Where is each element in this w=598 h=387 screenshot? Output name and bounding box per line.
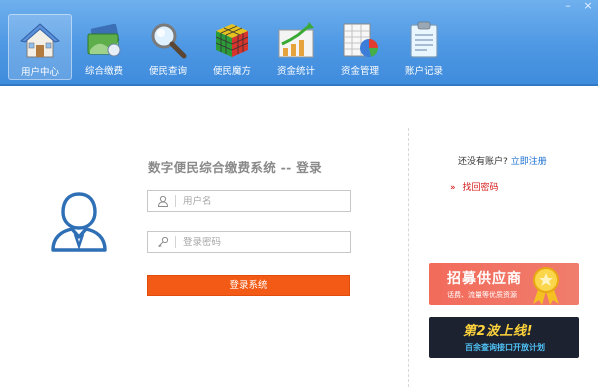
tab-query[interactable]: 便民查询 [136, 14, 200, 80]
tab-user-center[interactable]: 用户中心 [8, 14, 72, 80]
tab-account-records[interactable]: 账户记录 [392, 14, 456, 80]
tab-label: 资金统计 [276, 66, 315, 77]
medal-icon [533, 267, 559, 305]
forgot-password-row: » 找回密码 [450, 180, 499, 193]
banner-title: 第2波上线! [463, 324, 533, 339]
login-title: 数字便民综合缴费系统 -- 登录 [148, 160, 322, 175]
growth-chart-icon [278, 22, 314, 58]
no-account-text: 还没有账户? [458, 157, 508, 167]
user-icon [155, 193, 171, 209]
banner-title: 招募供应商 [447, 271, 522, 287]
banner-subtitle: 话费、流量等优质资源 [447, 291, 517, 299]
key-icon [155, 234, 171, 250]
password-input[interactable] [183, 236, 343, 248]
register-prompt: 还没有账户? 立即注册 [458, 154, 547, 167]
top-toolbar: 用户中心 综合缴费 便民查询 便民魔方 资金统计 资金管理 账户记录 [0, 0, 598, 86]
wave2-launch-banner[interactable]: 第2波上线! 百余查询接口开放计划 [429, 317, 579, 358]
spreadsheet-pie-icon [343, 23, 379, 57]
minimize-icon[interactable]: – [558, 0, 578, 14]
tab-label: 账户记录 [404, 66, 443, 77]
tab-funds-manage[interactable]: 资金管理 [328, 14, 392, 80]
forgot-password-link[interactable]: 找回密码 [463, 183, 499, 193]
tab-label: 便民查询 [148, 66, 187, 77]
double-arrow-icon: » [450, 183, 456, 193]
username-input[interactable] [183, 195, 343, 207]
close-icon[interactable]: × [578, 0, 598, 14]
house-icon [20, 23, 60, 58]
username-field[interactable] [147, 190, 351, 212]
tab-label: 综合缴费 [84, 66, 123, 77]
register-link[interactable]: 立即注册 [511, 157, 547, 167]
banner-subtitle: 百余查询接口开放计划 [465, 343, 545, 352]
tab-funds-stats[interactable]: 资金统计 [264, 14, 328, 80]
login-button[interactable]: 登录系统 [147, 275, 350, 296]
clipboard-icon [410, 21, 438, 58]
magnifier-icon [151, 23, 187, 59]
tab-label: 便民魔方 [212, 66, 251, 77]
user-avatar-icon [51, 192, 107, 252]
supplier-recruit-banner[interactable]: 招募供应商 话费、流量等优质资源 [429, 263, 579, 305]
field-separator [175, 195, 176, 207]
tab-label: 用户中心 [20, 67, 59, 78]
tab-label: 资金管理 [340, 66, 379, 77]
password-field[interactable] [147, 231, 351, 253]
vertical-divider [408, 128, 409, 387]
field-separator [175, 236, 176, 248]
payment-icon [87, 23, 121, 57]
window-controls: – × [558, 0, 598, 14]
tab-payment[interactable]: 综合缴费 [72, 14, 136, 80]
rubiks-cube-icon [215, 24, 249, 57]
tab-rubiks[interactable]: 便民魔方 [200, 14, 264, 80]
